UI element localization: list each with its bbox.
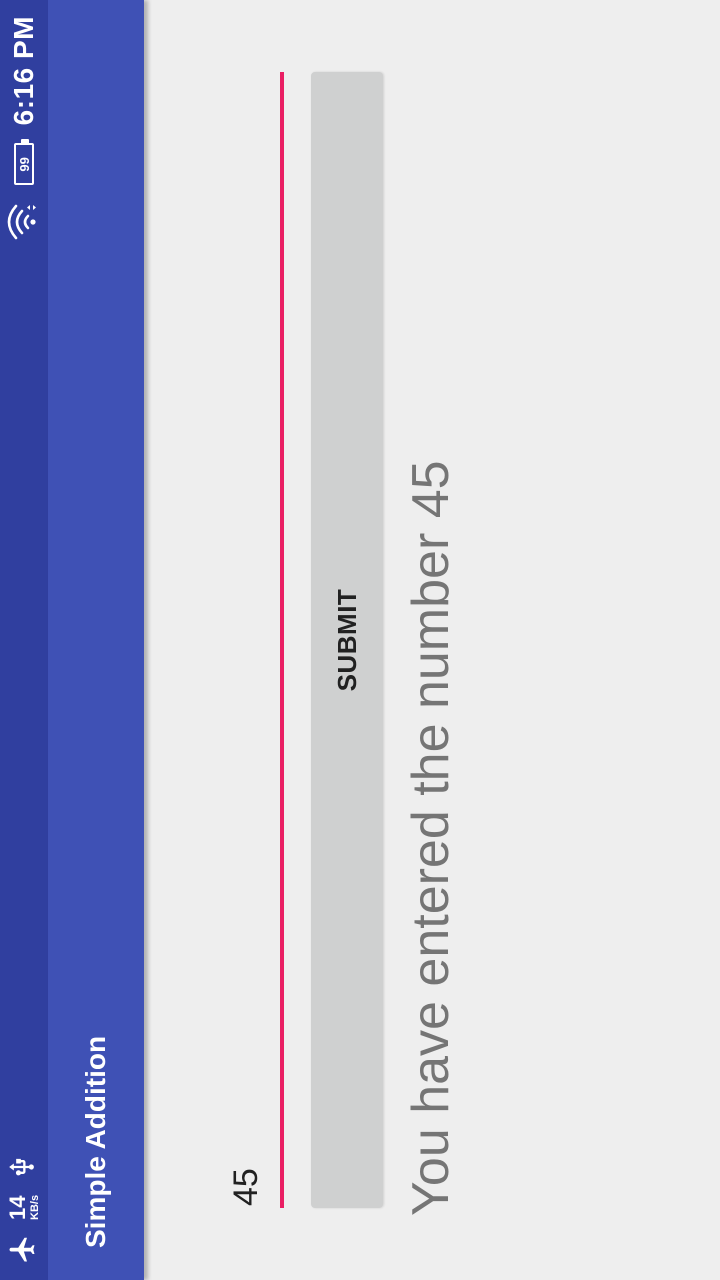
status-time: 6:16 PM bbox=[8, 16, 39, 126]
network-speed: 14 KB/s bbox=[5, 1194, 41, 1220]
battery-icon: 99 bbox=[14, 143, 34, 186]
battery-level: 99 bbox=[16, 157, 32, 172]
app-title: Simple Addition bbox=[80, 1035, 111, 1248]
status-left: 14 KB/s bbox=[0, 1153, 48, 1264]
wifi-icon bbox=[5, 203, 44, 241]
airplane-icon bbox=[7, 1234, 42, 1264]
status-bar: 14 KB/s 99 6:16 PM bbox=[0, 0, 48, 1280]
app-bar: Simple Addition bbox=[48, 0, 144, 1280]
usb-icon bbox=[8, 1153, 41, 1181]
screen: 14 KB/s 99 6:16 PM Simple Addition 45 SU… bbox=[0, 0, 720, 1280]
result-message: You have entered the number 45 bbox=[402, 460, 460, 1216]
number-input[interactable] bbox=[220, 72, 284, 1208]
network-speed-unit: KB/s bbox=[29, 1194, 41, 1220]
status-right: 99 6:16 PM bbox=[0, 16, 48, 241]
submit-button[interactable]: SUBMIT bbox=[311, 72, 383, 1208]
network-speed-value: 14 bbox=[5, 1195, 30, 1220]
